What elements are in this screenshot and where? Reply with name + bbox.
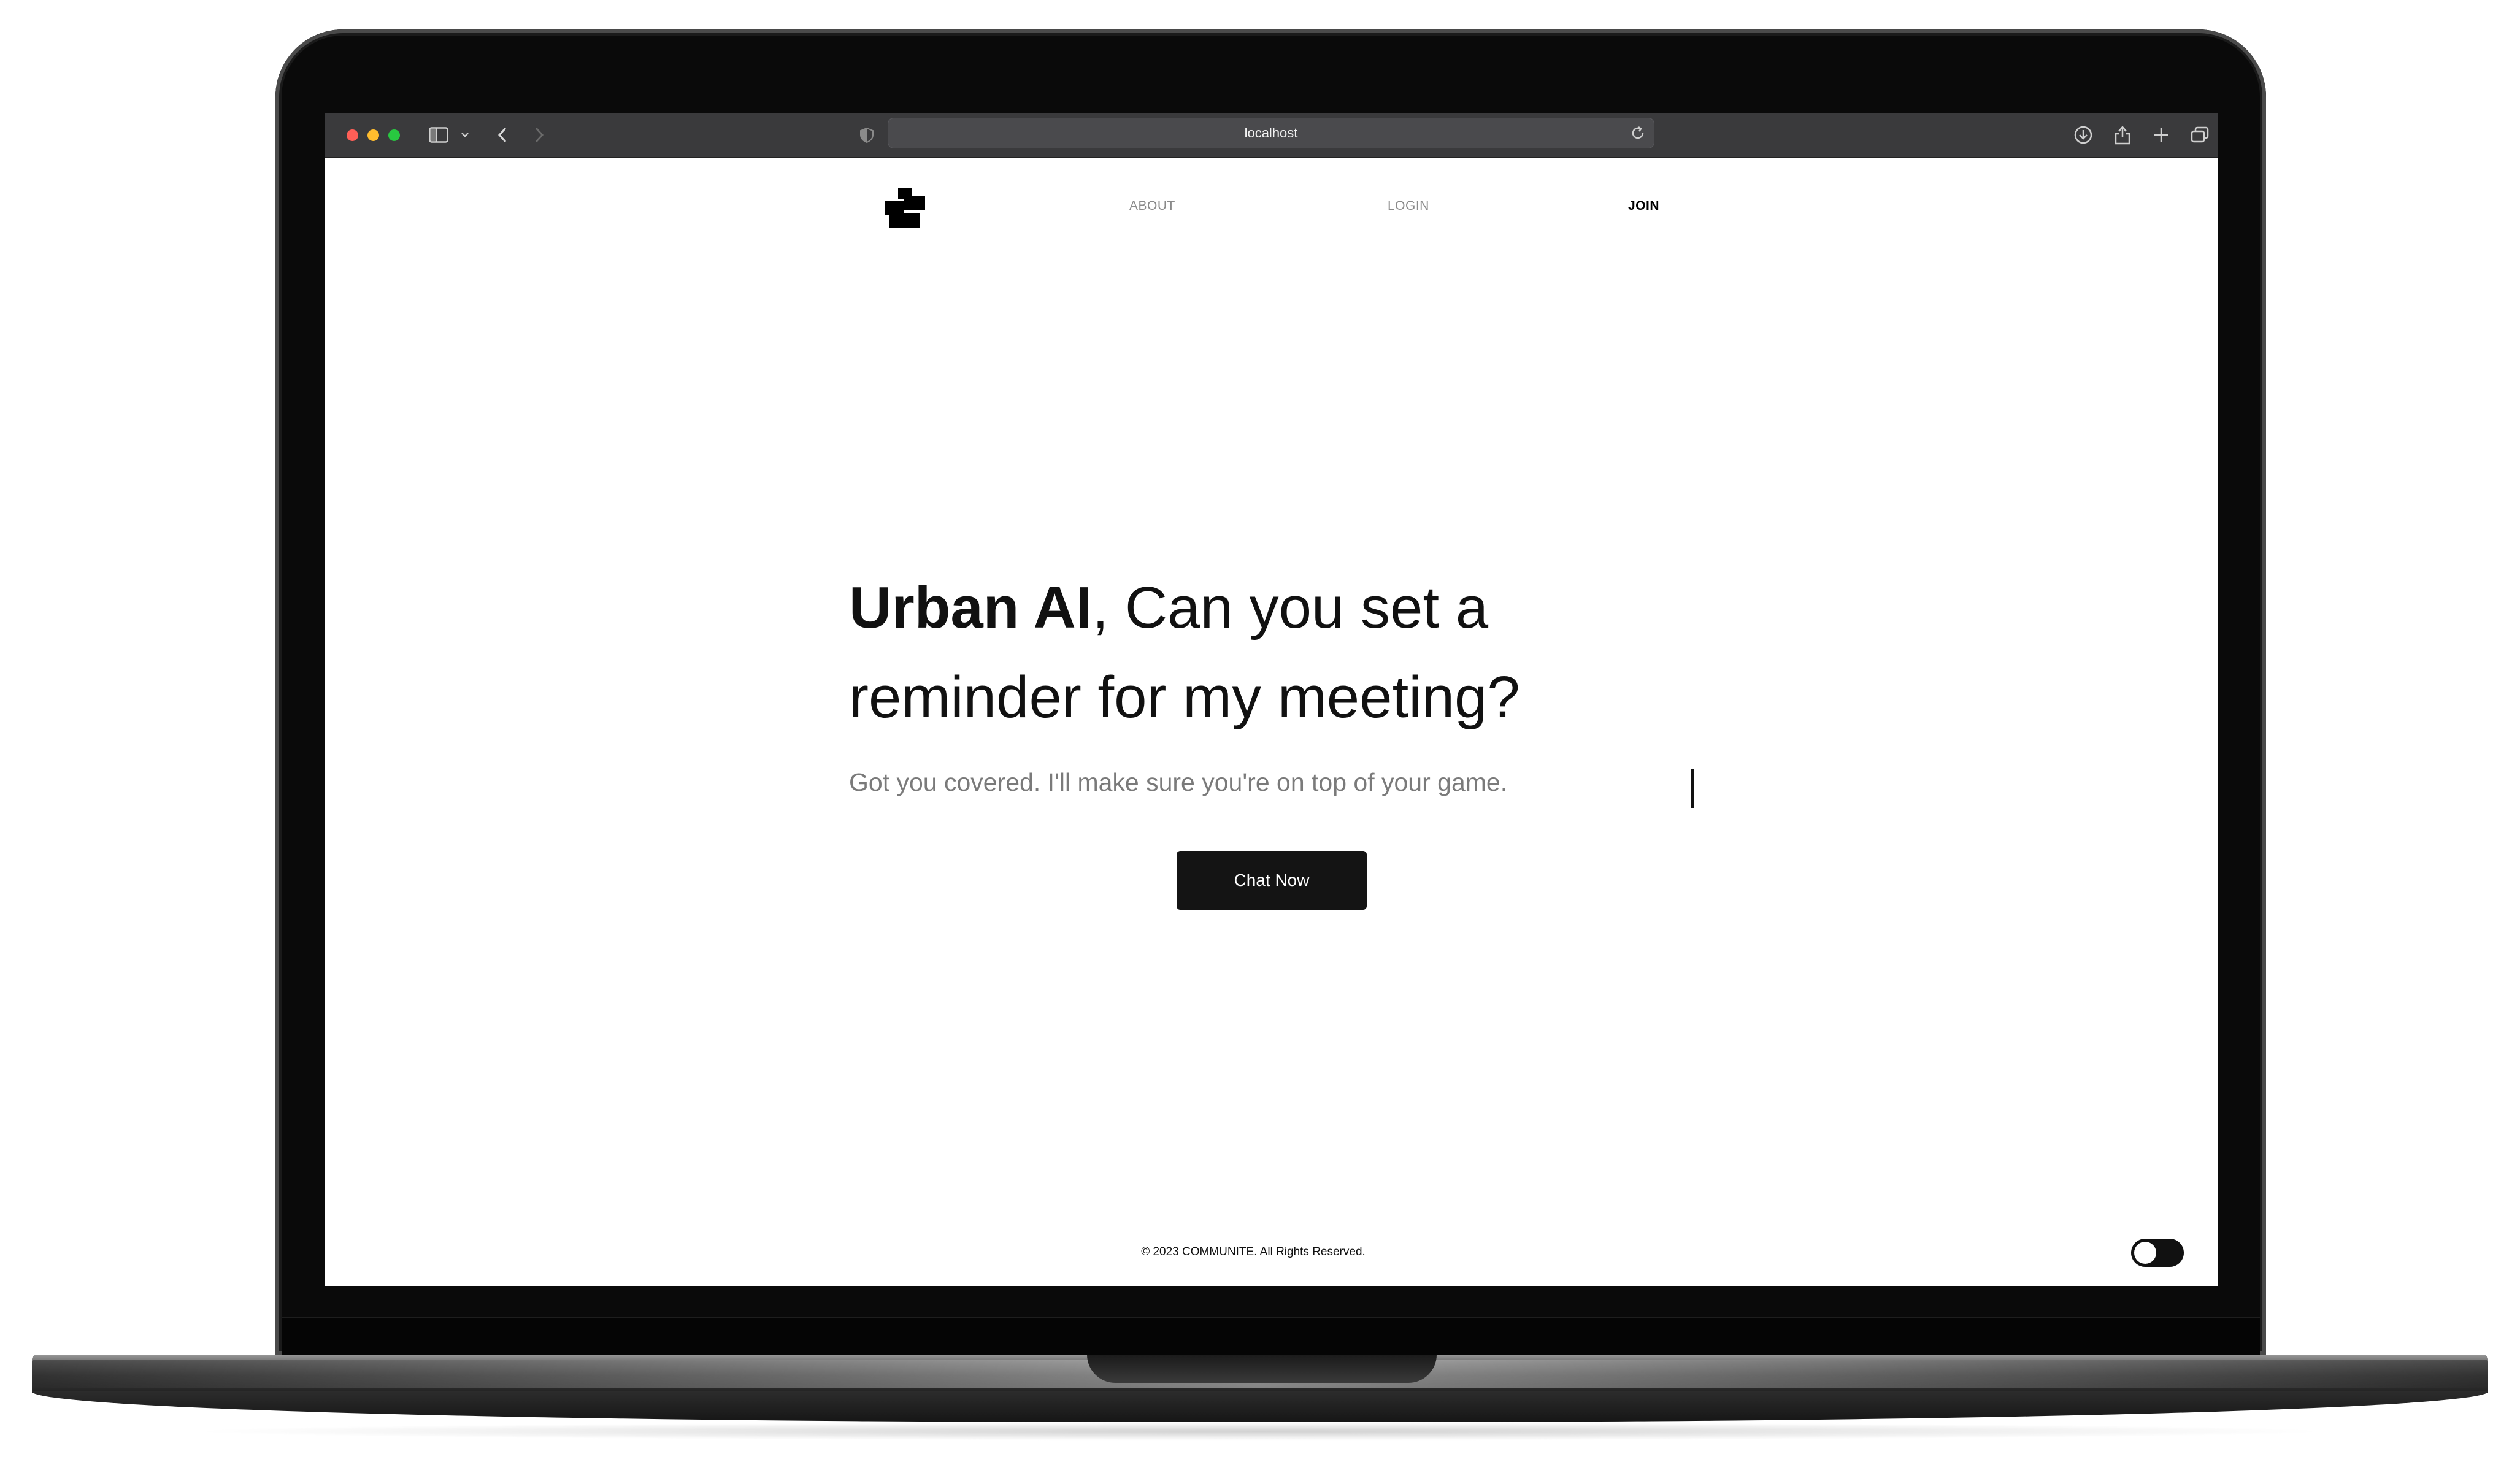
theme-toggle[interactable] xyxy=(2131,1239,2184,1267)
device-mockup: localhost ABOUT LOGIN JOIN Urban AI, Can… xyxy=(0,0,2520,1462)
share-icon[interactable] xyxy=(2112,124,2133,146)
footer: © 2023 COMMUNITE. All Rights Reserved. xyxy=(325,1245,2218,1259)
address-bar[interactable]: localhost xyxy=(888,118,1654,148)
hero-heading-line2: reminder for my meeting? xyxy=(849,664,1520,730)
zoom-window-button[interactable] xyxy=(388,129,400,141)
downloads-icon[interactable] xyxy=(2073,124,2094,146)
laptop-opening-notch xyxy=(1087,1355,1437,1383)
browser-toolbar: localhost xyxy=(325,113,2218,158)
hero-subtitle: Got you covered. I'll make sure you're o… xyxy=(849,768,1508,796)
minimize-window-button[interactable] xyxy=(367,129,379,141)
tab-overview-icon[interactable] xyxy=(2189,124,2210,146)
laptop-shadow xyxy=(184,1422,2336,1441)
nav-login-link[interactable]: LOGIN xyxy=(1388,199,1429,214)
chat-now-button[interactable]: Chat Now xyxy=(1177,851,1367,910)
laptop-base-bottom xyxy=(32,1391,2488,1422)
privacy-shield-icon[interactable] xyxy=(858,124,875,146)
hero-heading: Urban AI, Can you set a reminder for my … xyxy=(849,563,1708,742)
forward-icon[interactable] xyxy=(532,124,547,146)
site-logo[interactable] xyxy=(885,188,925,231)
back-icon[interactable] xyxy=(495,124,510,146)
footer-copyright: © 2023 COMMUNITE. All Rights Reserved. xyxy=(1141,1245,1366,1258)
reload-icon[interactable] xyxy=(1630,125,1646,144)
nav-join-link[interactable]: JOIN xyxy=(1628,199,1659,214)
text-cursor xyxy=(1691,769,1694,808)
new-tab-icon[interactable] xyxy=(2151,124,2172,146)
laptop-screen-chin xyxy=(282,1317,2260,1356)
hero-brand: Urban AI xyxy=(849,575,1093,641)
browser-window: localhost ABOUT LOGIN JOIN Urban AI, Can… xyxy=(325,113,2218,1286)
address-bar-text: localhost xyxy=(1244,125,1298,140)
hero-heading-line1: , Can you set a xyxy=(1092,575,1489,641)
nav-about-link[interactable]: ABOUT xyxy=(1129,199,1175,214)
close-window-button[interactable] xyxy=(347,129,358,141)
sidebar-icon[interactable] xyxy=(428,124,450,146)
chevron-down-icon[interactable] xyxy=(459,124,471,146)
theme-toggle-knob xyxy=(2134,1242,2156,1264)
